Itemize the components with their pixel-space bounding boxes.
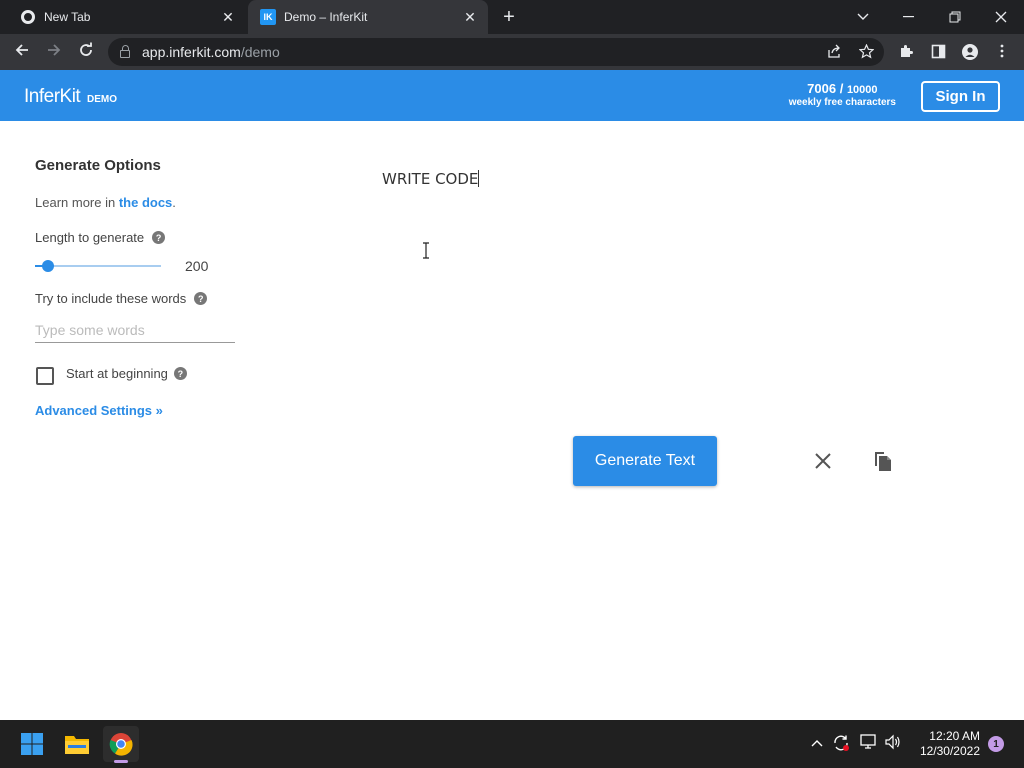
- app-header: InferKit DEMO 7006 / 10000 weekly free c…: [0, 70, 1024, 121]
- chevron-up-icon[interactable]: [808, 734, 826, 752]
- ibeam-cursor-icon: [423, 242, 429, 259]
- bookmark-star-icon[interactable]: [858, 43, 874, 60]
- start-at-beginning-label: Start at beginning: [66, 366, 168, 381]
- text-caret: [478, 170, 480, 187]
- lock-icon: [120, 45, 130, 58]
- minimize-icon[interactable]: [886, 0, 932, 34]
- network-icon[interactable]: [859, 734, 877, 752]
- active-app-indicator: [114, 760, 128, 763]
- tab-title: Demo – InferKit: [284, 10, 368, 24]
- clear-icon[interactable]: [813, 451, 833, 471]
- help-icon[interactable]: ?: [194, 292, 208, 305]
- address-bar[interactable]: app.inferkit.com/demo: [108, 38, 884, 66]
- clock-date: 12/30/2022: [919, 744, 980, 758]
- length-value: 200: [185, 258, 209, 274]
- clock-time: 12:20 AM: [929, 729, 980, 743]
- close-tab-icon[interactable]: ✕: [220, 9, 236, 25]
- forward-icon[interactable]: [44, 42, 64, 62]
- prompt-editor[interactable]: WRITE CODE: [382, 170, 480, 188]
- tab-title: New Tab: [44, 10, 91, 24]
- back-icon[interactable]: [12, 42, 32, 62]
- options-title: Generate Options: [35, 157, 161, 174]
- credits-used: 7006: [807, 81, 837, 96]
- browser-tab-strip: New Tab ✕ IK Demo – InferKit ✕ +: [0, 0, 1024, 34]
- windows-start-icon[interactable]: [14, 726, 50, 762]
- help-icon[interactable]: ?: [152, 231, 166, 244]
- learn-more-text: Learn more in the docs.: [35, 195, 176, 210]
- profile-icon[interactable]: [962, 44, 978, 60]
- extensions-icon[interactable]: [898, 44, 914, 60]
- demo-badge: DEMO: [87, 94, 117, 105]
- file-explorer-icon[interactable]: [59, 726, 95, 762]
- include-words-label: Try to include these words: [35, 291, 187, 306]
- credits-label: weekly free characters: [788, 97, 896, 108]
- help-icon[interactable]: ?: [173, 367, 187, 380]
- length-label-row: Length to generate ?: [35, 230, 166, 245]
- close-tab-icon[interactable]: ✕: [462, 9, 478, 25]
- advanced-settings-link[interactable]: Advanced Settings »: [35, 403, 163, 418]
- new-tab-icon[interactable]: +: [500, 7, 518, 27]
- sign-in-button[interactable]: Sign In: [921, 81, 1000, 112]
- prompt-text: WRITE CODE: [382, 170, 479, 188]
- length-slider[interactable]: [35, 260, 161, 272]
- close-window-icon[interactable]: [978, 0, 1024, 34]
- slider-thumb[interactable]: [41, 260, 54, 272]
- generate-text-button[interactable]: Generate Text: [573, 436, 717, 486]
- tab-new-tab[interactable]: New Tab ✕: [0, 0, 246, 34]
- side-panel-icon[interactable]: [930, 44, 946, 60]
- credits-counter: 7006 / 10000 weekly free characters: [788, 81, 896, 108]
- docs-link[interactable]: the docs: [119, 195, 172, 210]
- notification-badge[interactable]: 1: [988, 736, 1004, 752]
- url-text: app.inferkit.com/demo: [142, 44, 280, 60]
- chrome-taskbar-icon[interactable]: [103, 726, 139, 762]
- chrome-icon: [20, 9, 36, 25]
- share-icon[interactable]: [826, 44, 842, 60]
- inferkit-logo[interactable]: InferKit: [24, 86, 81, 108]
- include-label-row: Try to include these words ?: [35, 291, 208, 306]
- reload-icon[interactable]: [76, 42, 96, 62]
- include-words-input[interactable]: [35, 318, 235, 343]
- windows-taskbar: 12:20 AM 12/30/2022: [0, 720, 1024, 768]
- start-at-beginning-checkbox[interactable]: [36, 367, 54, 385]
- length-label: Length to generate: [35, 230, 145, 245]
- start-label-row: Start at beginning ?: [66, 366, 187, 381]
- menu-kebab-icon[interactable]: [994, 44, 1010, 60]
- copy-icon[interactable]: [872, 450, 894, 472]
- tab-search-chevron-icon[interactable]: [840, 0, 886, 34]
- restore-icon[interactable]: [932, 0, 978, 34]
- clock[interactable]: 12:20 AM 12/30/2022: [910, 729, 980, 759]
- credits-max: 10000: [846, 84, 878, 96]
- inferkit-favicon-icon: IK: [260, 9, 276, 25]
- volume-icon[interactable]: [884, 734, 902, 752]
- tab-inferkit-demo[interactable]: IK Demo – InferKit ✕: [248, 0, 488, 34]
- browser-toolbar: app.inferkit.com/demo: [0, 34, 1024, 70]
- sync-icon[interactable]: [832, 734, 850, 752]
